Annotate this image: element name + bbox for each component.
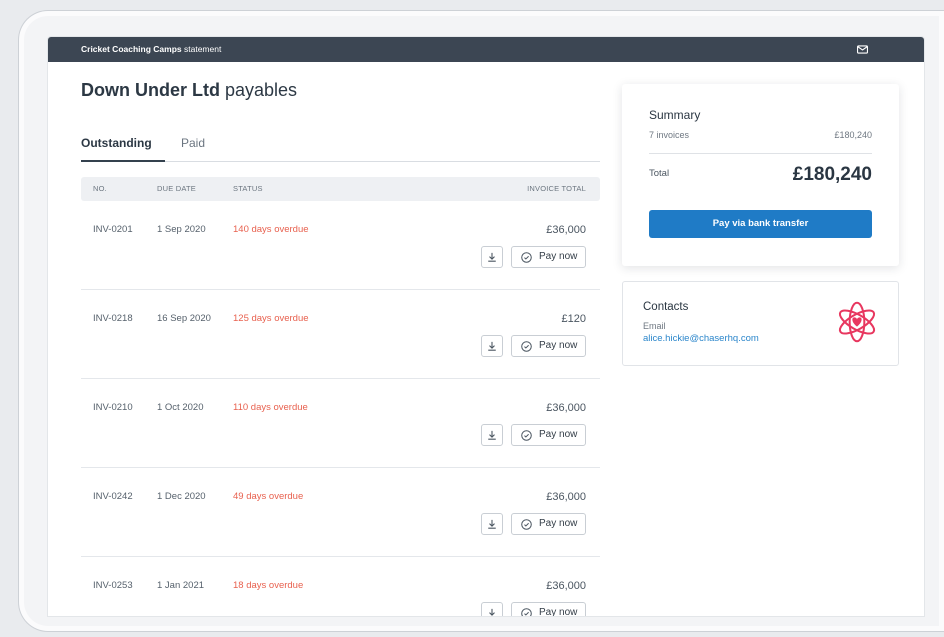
total-amount: £180,240 bbox=[792, 164, 872, 185]
total-label: Total bbox=[649, 168, 670, 179]
atom-heart-logo bbox=[835, 300, 879, 344]
table-header: NO. DUE DATE STATUS INVOICE TOTAL bbox=[81, 177, 600, 201]
invoice-total: £120 bbox=[561, 313, 586, 325]
invoice-count-amount: £180,240 bbox=[834, 130, 872, 140]
download-icon bbox=[487, 341, 497, 351]
column-header-no: NO. bbox=[93, 184, 107, 193]
invoice-row: INV-0210 1 Oct 2020 110 days overdue £36… bbox=[81, 379, 600, 468]
invoice-row: INV-0242 1 Dec 2020 49 days overdue £36,… bbox=[81, 468, 600, 557]
summary-title: Summary bbox=[649, 108, 701, 122]
column-header-due-date: DUE DATE bbox=[157, 184, 196, 193]
invoice-number: INV-0201 bbox=[93, 224, 133, 235]
download-icon bbox=[487, 608, 497, 616]
tab-paid[interactable]: Paid bbox=[181, 136, 205, 150]
invoice-number: INV-0210 bbox=[93, 402, 133, 413]
invoice-total: £36,000 bbox=[546, 402, 586, 414]
check-circle-icon bbox=[521, 429, 532, 441]
contacts-card: Contacts Email alice.hickie@chaserhq.com bbox=[622, 281, 899, 366]
download-button[interactable] bbox=[481, 424, 503, 446]
top-bar: Cricket Coaching Camps statement bbox=[48, 37, 924, 62]
pay-now-button[interactable]: Pay now bbox=[511, 602, 586, 616]
invoice-row: INV-0201 1 Sep 2020 140 days overdue £36… bbox=[81, 201, 600, 290]
download-button[interactable] bbox=[481, 246, 503, 268]
download-icon bbox=[487, 519, 497, 529]
due-date: 1 Dec 2020 bbox=[157, 491, 206, 502]
contacts-title: Contacts bbox=[643, 301, 689, 313]
due-date: 1 Jan 2021 bbox=[157, 580, 205, 591]
check-circle-icon bbox=[521, 340, 532, 352]
invoice-number: INV-0242 bbox=[93, 491, 133, 502]
invoice-total: £36,000 bbox=[546, 580, 586, 592]
invoice-row: INV-0218 16 Sep 2020 125 days overdue £1… bbox=[81, 290, 600, 379]
due-date: 16 Sep 2020 bbox=[157, 313, 211, 324]
due-date: 1 Sep 2020 bbox=[157, 224, 206, 235]
due-date: 1 Oct 2020 bbox=[157, 402, 204, 413]
active-tab-indicator bbox=[81, 160, 165, 162]
summary-divider bbox=[649, 153, 872, 154]
mail-icon[interactable] bbox=[857, 45, 868, 54]
tab-outstanding[interactable]: Outstanding bbox=[81, 136, 152, 150]
customer-name: Down Under Ltd bbox=[81, 80, 220, 100]
invoice-tabs: Outstanding Paid bbox=[81, 133, 600, 162]
pay-now-button[interactable]: Pay now bbox=[511, 513, 586, 535]
pay-now-button[interactable]: Pay now bbox=[511, 335, 586, 357]
pay-now-button[interactable]: Pay now bbox=[511, 246, 586, 268]
download-button[interactable] bbox=[481, 602, 503, 616]
check-circle-icon bbox=[521, 251, 532, 263]
company-name: Cricket Coaching Camps bbox=[81, 44, 182, 54]
status-overdue: 125 days overdue bbox=[233, 313, 309, 324]
pay-now-label: Pay now bbox=[539, 251, 578, 262]
email-link[interactable]: alice.hickie@chaserhq.com bbox=[643, 333, 759, 345]
column-header-invoice-total: INVOICE TOTAL bbox=[527, 184, 586, 193]
invoice-total: £36,000 bbox=[546, 491, 586, 503]
invoice-total: £36,000 bbox=[546, 224, 586, 236]
invoice-count: 7 invoices bbox=[649, 130, 690, 140]
check-circle-icon bbox=[521, 518, 532, 530]
download-icon bbox=[487, 430, 497, 440]
download-button[interactable] bbox=[481, 513, 503, 535]
status-overdue: 18 days overdue bbox=[233, 580, 304, 591]
pay-now-label: Pay now bbox=[539, 429, 578, 440]
app-screen: Cricket Coaching Camps statement Down Un… bbox=[48, 37, 924, 616]
pay-now-label: Pay now bbox=[539, 607, 578, 616]
status-overdue: 49 days overdue bbox=[233, 491, 304, 502]
pay-now-button[interactable]: Pay now bbox=[511, 424, 586, 446]
summary-card: Summary 7 invoices £180,240 Total £180,2… bbox=[622, 84, 899, 266]
email-label: Email bbox=[643, 321, 666, 331]
download-button[interactable] bbox=[481, 335, 503, 357]
invoice-number: INV-0218 bbox=[93, 313, 133, 324]
pay-via-bank-transfer-button[interactable]: Pay via bank transfer bbox=[649, 210, 872, 238]
invoice-number: INV-0253 bbox=[93, 580, 133, 591]
column-header-status: STATUS bbox=[233, 184, 263, 193]
pay-now-label: Pay now bbox=[539, 340, 578, 351]
status-overdue: 140 days overdue bbox=[233, 224, 309, 235]
check-circle-icon bbox=[521, 607, 532, 616]
status-overdue: 110 days overdue bbox=[233, 402, 308, 413]
invoice-row: INV-0253 1 Jan 2021 18 days overdue £36,… bbox=[81, 557, 600, 616]
invoice-table: NO. DUE DATE STATUS INVOICE TOTAL INV-02… bbox=[81, 177, 600, 616]
page-title: Down Under Ltd payables bbox=[81, 79, 297, 101]
pay-now-label: Pay now bbox=[539, 518, 578, 529]
statement-title: Cricket Coaching Camps statement bbox=[81, 44, 221, 55]
statement-label: statement bbox=[184, 44, 222, 54]
download-icon bbox=[487, 252, 497, 262]
page-title-suffix: payables bbox=[225, 80, 298, 100]
